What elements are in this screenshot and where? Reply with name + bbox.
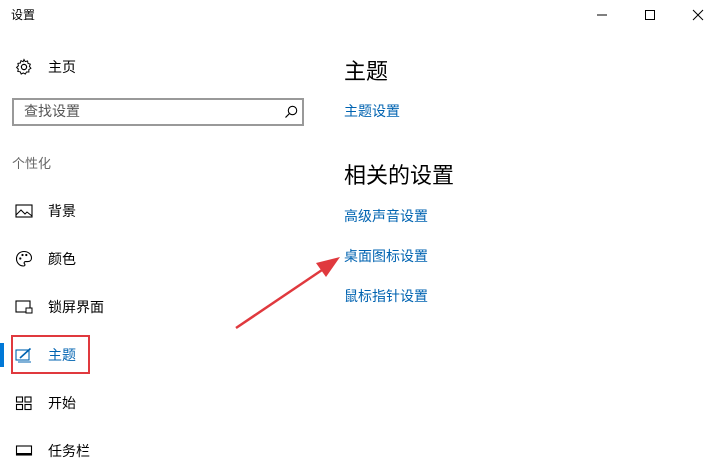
page-title: 主题 (344, 60, 389, 85)
minimize-icon (597, 14, 607, 16)
mouse-pointer-settings-link[interactable]: 鼠标指针设置 (344, 286, 428, 306)
search-box[interactable] (12, 98, 304, 126)
window-controls (578, 0, 722, 30)
sidebar-item-label: 颜色 (48, 252, 76, 268)
sidebar-item-colors[interactable]: 颜色 (0, 239, 300, 279)
gear-icon (15, 58, 33, 76)
related-settings-heading: 相关的设置 (344, 164, 455, 189)
lock-screen-icon (15, 298, 33, 316)
maximize-button[interactable] (626, 0, 674, 30)
palette-icon (15, 250, 33, 268)
section-heading: 个性化 (12, 157, 52, 172)
taskbar-icon (15, 442, 33, 460)
maximize-icon (645, 10, 655, 20)
sidebar-item-label: 主页 (48, 60, 76, 76)
sidebar-item-label: 锁屏界面 (48, 300, 104, 316)
minimize-button[interactable] (578, 0, 626, 30)
sidebar-item-label: 任务栏 (48, 444, 90, 460)
sidebar-item-taskbar[interactable]: 任务栏 (0, 431, 300, 471)
sidebar-item-lock-screen[interactable]: 锁屏界面 (0, 287, 300, 327)
start-icon (15, 394, 33, 412)
search-input[interactable] (14, 100, 286, 124)
sidebar-item-home[interactable]: 主页 (0, 47, 300, 87)
desktop-icon-settings-link[interactable]: 桌面图标设置 (344, 246, 428, 266)
sidebar-item-start[interactable]: 开始 (0, 383, 300, 423)
window-title: 设置 (11, 8, 36, 22)
picture-icon (15, 202, 33, 220)
sidebar-item-label: 开始 (48, 396, 76, 412)
sidebar-item-label: 背景 (48, 204, 76, 220)
search-icon[interactable] (283, 104, 299, 120)
advanced-sound-settings-link[interactable]: 高级声音设置 (344, 206, 428, 226)
close-button[interactable] (674, 0, 722, 30)
close-icon (692, 9, 704, 21)
annotation-highlight-box (11, 335, 90, 374)
theme-settings-link[interactable]: 主题设置 (344, 101, 400, 121)
sidebar-item-background[interactable]: 背景 (0, 191, 300, 231)
